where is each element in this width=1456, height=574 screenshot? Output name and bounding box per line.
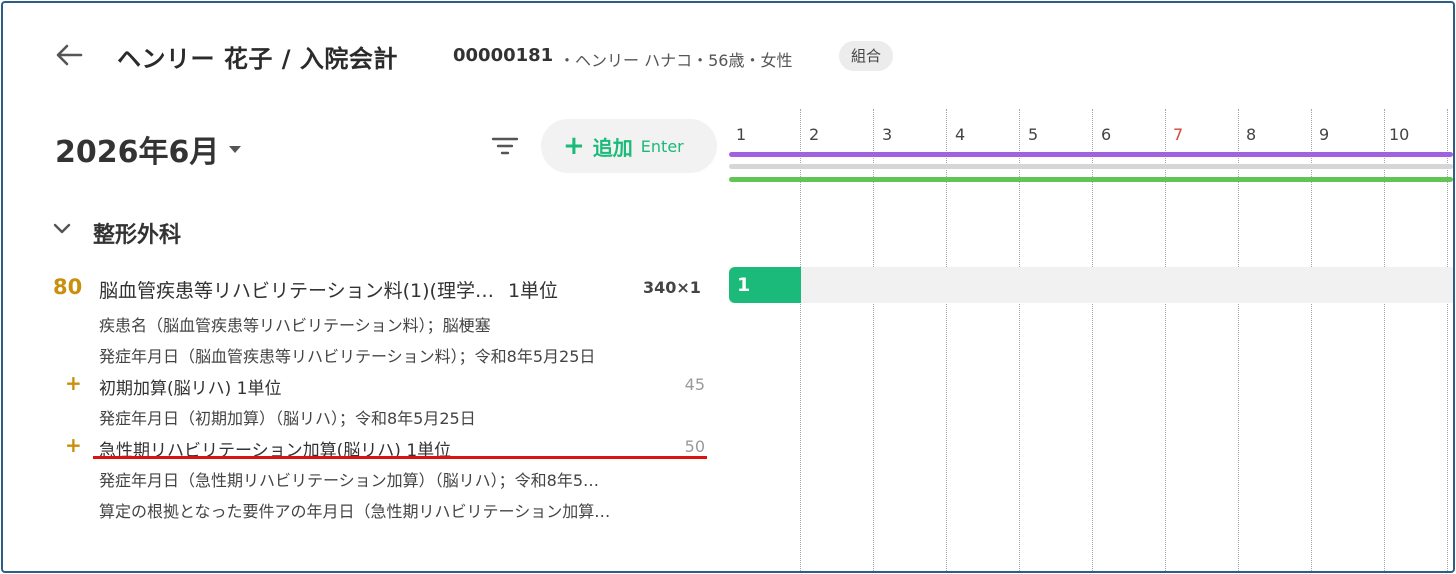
add-button-label: 追加 (592, 135, 633, 160)
item-name: 脳血管疾患等リハビリテーション料(1)(理学… (99, 280, 494, 302)
day-header: 9 (1319, 125, 1330, 144)
day-header: 2 (809, 125, 820, 144)
section-title: 整形外科 (93, 223, 182, 248)
chevron-down-icon[interactable] (53, 221, 71, 237)
header: ヘンリー 花子 / 入院会計 00000181 ・ヘンリー ハナコ・56歳・女性… (3, 3, 1453, 103)
caret-down-icon (229, 146, 242, 153)
add-item-icon[interactable]: + (65, 373, 82, 393)
page-title: ヘンリー 花子 / 入院会計 (117, 45, 398, 73)
filter-icon[interactable] (491, 133, 519, 159)
addition-detail: 算定の根拠となった要件アの年月日（急性期リハビリテーション加算… (99, 502, 611, 521)
day-header: 1 (736, 125, 747, 144)
addition-title[interactable]: 初期加算(脳リハ) 1単位 (99, 374, 281, 399)
item-number: 80 (53, 275, 83, 299)
day-header: 3 (882, 125, 893, 144)
add-button[interactable]: + 追加 Enter (541, 119, 717, 173)
day-header: 8 (1246, 125, 1257, 144)
period-bar-green (729, 177, 1453, 182)
day-header: 10 (1389, 125, 1410, 144)
item-name-row[interactable]: 脳血管疾患等リハビリテーション料(1)(理学… 1単位 (99, 276, 558, 303)
addition-points: 50 (684, 437, 705, 456)
window-frame: ヘンリー 花子 / 入院会計 00000181 ・ヘンリー ハナコ・56歳・女性… (1, 1, 1455, 573)
item-unit: 1単位 (507, 280, 559, 302)
day-header: 7 (1173, 125, 1184, 144)
add-item-icon[interactable]: + (65, 435, 82, 455)
addition-points: 45 (684, 375, 705, 394)
patient-id: 00000181 (453, 45, 554, 66)
day-header: 6 (1101, 125, 1112, 144)
item-detail-onset: 発症年月日（脳血管疾患等リハビリテーション料）；令和8年5月25日 (99, 347, 596, 366)
month-selector[interactable]: 2026年6月 (55, 127, 242, 171)
period-bar-purple (729, 152, 1453, 157)
item-detail-disease: 疾患名（脳血管疾患等リハビリテーション料）；脳梗塞 (99, 316, 491, 335)
item-timeline-row (729, 267, 1453, 303)
month-label: 2026年6月 (55, 135, 220, 170)
plus-icon: + (563, 131, 585, 161)
day-count-cell[interactable]: 1 (729, 267, 801, 303)
calendar-timeline: 1 2 3 4 5 6 7 8 9 10 1 (729, 109, 1453, 571)
addition-detail: 発症年月日（急性期リハビリテーション加算）（脳リハ）；令和8年5… (99, 471, 600, 490)
day-header: 5 (1028, 125, 1039, 144)
addition-detail: 発症年月日（初期加算）（脳リハ）；令和8年5月25日 (99, 409, 476, 428)
day-header: 4 (955, 125, 966, 144)
insurance-badge: 組合 (839, 41, 894, 71)
back-arrow-icon[interactable] (51, 37, 87, 73)
patient-info: ・ヘンリー ハナコ・56歳・女性 (559, 51, 793, 70)
item-price: 340×1 (643, 278, 701, 297)
highlight-underline (93, 456, 707, 459)
period-bar-gray (729, 164, 1453, 169)
add-shortcut-hint: Enter (640, 136, 684, 156)
